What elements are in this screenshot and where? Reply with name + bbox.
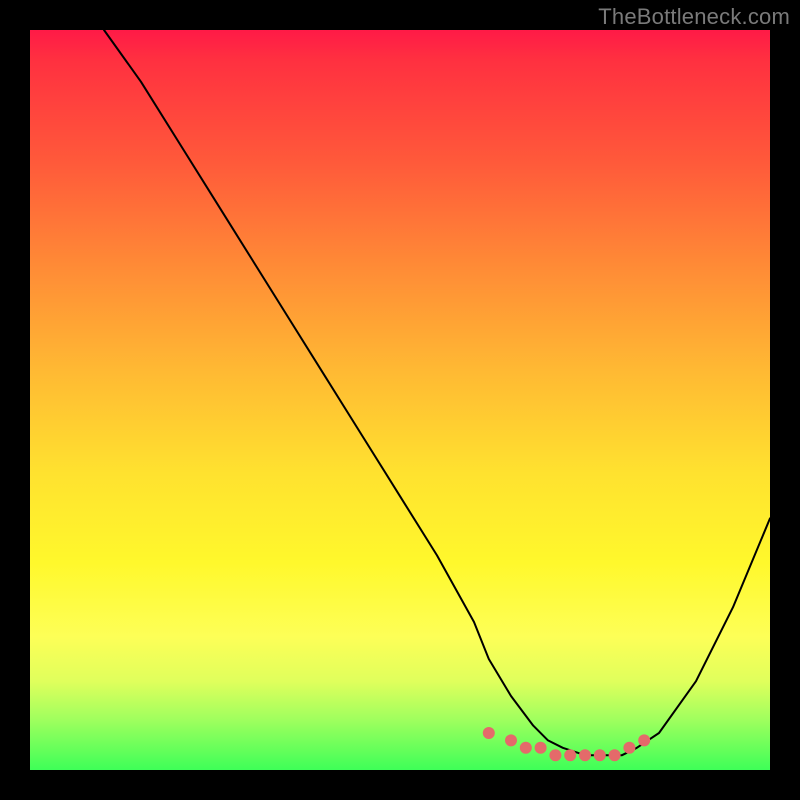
highlight-dot: [505, 734, 517, 746]
highlight-dot: [579, 749, 591, 761]
highlight-dot: [549, 749, 561, 761]
highlight-dot: [594, 749, 606, 761]
highlight-dot: [623, 742, 635, 754]
highlight-dot: [564, 749, 576, 761]
watermark-text: TheBottleneck.com: [598, 4, 790, 30]
highlight-dot: [483, 727, 495, 739]
chart-frame: TheBottleneck.com: [0, 0, 800, 800]
chart-svg: [30, 30, 770, 770]
highlight-dot: [520, 742, 532, 754]
highlight-dot: [535, 742, 547, 754]
bottleneck-curve: [104, 30, 770, 755]
highlight-points: [483, 727, 650, 761]
highlight-dot: [609, 749, 621, 761]
plot-area: [30, 30, 770, 770]
highlight-dot: [638, 734, 650, 746]
